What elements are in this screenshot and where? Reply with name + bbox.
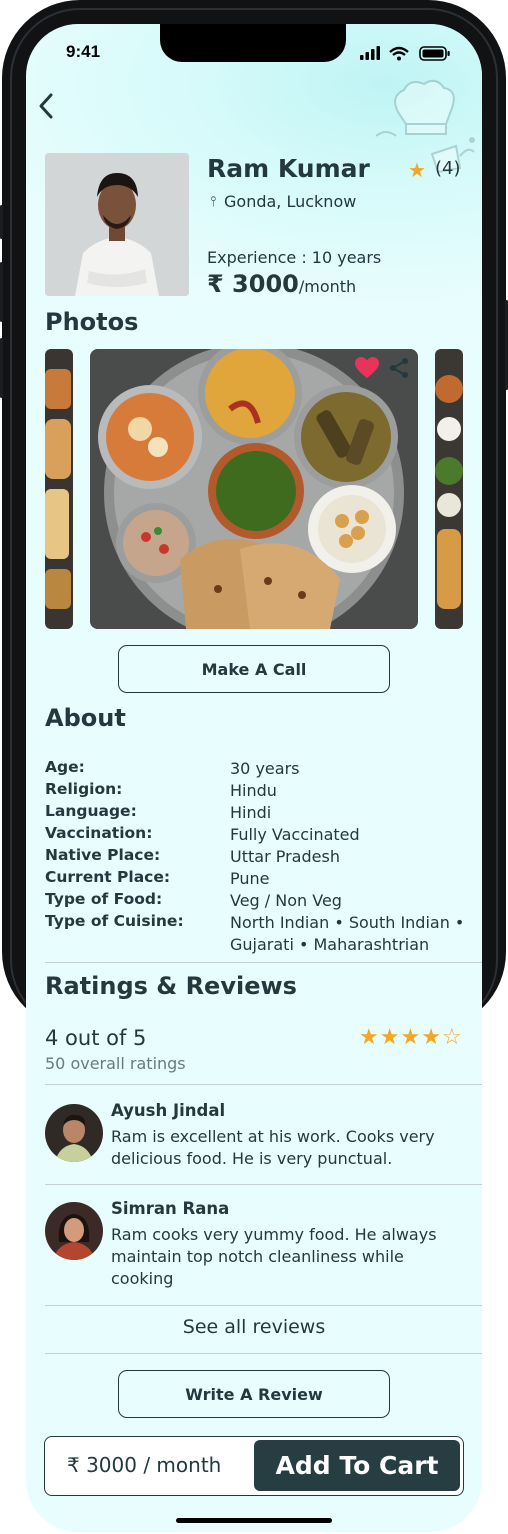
about-row-age: Age: 30 years	[45, 758, 465, 780]
about-value: 30 years	[230, 759, 300, 778]
about-label: Religion:	[45, 780, 123, 798]
about-value: Hindu	[230, 781, 277, 800]
divider	[45, 962, 482, 963]
about-label: Native Place:	[45, 846, 161, 864]
about-row-language: Language: Hindi	[45, 802, 465, 824]
about-row-current-place: Current Place: Pune	[45, 868, 465, 890]
about-label: Type of Cuisine:	[45, 912, 184, 930]
make-call-button[interactable]: Make A Call	[118, 645, 390, 693]
status-time: 9:41	[66, 42, 101, 61]
reviewer-avatar	[45, 1104, 103, 1162]
about-label: Language:	[45, 802, 137, 820]
phone-side-button	[0, 205, 3, 239]
cook-name: Ram Kumar	[207, 154, 370, 183]
about-row-religion: Religion: Hindu	[45, 780, 465, 802]
about-value: Hindi	[230, 803, 272, 822]
star-icon: ★	[400, 1025, 422, 1050]
about-value: Uttar Pradesh	[230, 847, 340, 866]
about-list: Age: 30 years Religion: Hindu Language: …	[45, 758, 465, 956]
reviewer-avatar	[45, 1202, 103, 1260]
cart-bar: ₹ 3000 / month Add To Cart	[44, 1436, 464, 1496]
review-item: Ayush Jindal Ram is excellent at his wor…	[45, 1101, 465, 1184]
price-period: /month	[298, 277, 357, 296]
star-icon: ★	[421, 1025, 442, 1050]
about-label: Current Place:	[45, 868, 171, 886]
about-value: Fully Vaccinated	[230, 825, 360, 844]
review-text: Ram cooks very yummy food. He always mai…	[111, 1225, 437, 1288]
reviewer-name: Simran Rana	[111, 1199, 230, 1218]
about-row-native-place: Native Place: Uttar Pradesh	[45, 846, 465, 868]
overall-count: 50 overall ratings	[45, 1054, 186, 1073]
photo-main[interactable]	[90, 349, 418, 629]
divider	[45, 1084, 482, 1085]
divider	[45, 1353, 482, 1354]
photo-thumb-prev[interactable]	[45, 349, 73, 629]
star-icon: ★	[408, 158, 426, 182]
camera-notch	[160, 24, 346, 62]
cart-price: ₹ 3000 / month	[67, 1453, 222, 1477]
share-icon[interactable]	[388, 357, 410, 379]
about-value: Veg / Non Veg	[230, 891, 342, 910]
status-icons	[360, 46, 450, 61]
about-row-vaccination: Vaccination: Fully Vaccinated	[45, 824, 465, 846]
star-icon: ★	[379, 1025, 401, 1050]
about-row-cuisine: Type of Cuisine: North Indian • South In…	[45, 912, 465, 956]
divider	[45, 1184, 482, 1185]
about-label: Age:	[45, 758, 85, 776]
photo-thumb-next[interactable]	[435, 349, 463, 629]
see-all-reviews-link[interactable]: See all reviews	[26, 1316, 482, 1338]
about-label: Vaccination:	[45, 824, 153, 842]
price-row: ₹ 3000/month	[207, 270, 356, 298]
chef-hat-decoration-icon	[376, 79, 475, 174]
about-value: Pune	[230, 869, 270, 888]
reviewer-name: Ayush Jindal	[111, 1101, 226, 1120]
photos-title: Photos	[45, 308, 139, 336]
home-indicator[interactable]	[176, 1518, 332, 1523]
about-value: North Indian • South Indian • Gujarati •…	[230, 913, 465, 954]
app-screen: 9:41 Ram Kumar ★ (4) ⫯ Gonda, Lucknow Ex…	[26, 24, 482, 1532]
add-to-cart-button[interactable]: Add To Cart	[254, 1440, 460, 1491]
profile-photo[interactable]	[45, 153, 189, 296]
back-arrow-icon[interactable]	[34, 90, 58, 122]
overall-score: 4 out of 5	[45, 1026, 147, 1050]
overall-stars: ★★★★☆	[359, 1025, 463, 1050]
rating-count: (4)	[435, 158, 461, 179]
write-review-button[interactable]: Write A Review	[118, 1370, 390, 1418]
ratings-title: Ratings & Reviews	[45, 972, 297, 1000]
phone-side-button	[0, 262, 3, 322]
star-outline-icon: ☆	[441, 1025, 463, 1050]
location-text: Gonda, Lucknow	[224, 192, 357, 211]
experience-text: Experience : 10 years	[207, 248, 382, 267]
about-row-food-type: Type of Food: Veg / Non Veg	[45, 890, 465, 912]
heart-icon[interactable]	[354, 356, 380, 380]
location-pin-icon: ⫯	[210, 194, 217, 210]
star-icon: ★	[359, 1025, 380, 1050]
price-amount: ₹ 3000	[207, 270, 299, 298]
phone-side-button	[0, 338, 3, 398]
about-label: Type of Food:	[45, 890, 163, 908]
about-title: About	[45, 704, 126, 732]
review-text: Ram is excellent at his work. Cooks very…	[111, 1127, 435, 1168]
divider	[45, 1305, 482, 1306]
review-item: Simran Rana Ram cooks very yummy food. H…	[45, 1199, 465, 1302]
